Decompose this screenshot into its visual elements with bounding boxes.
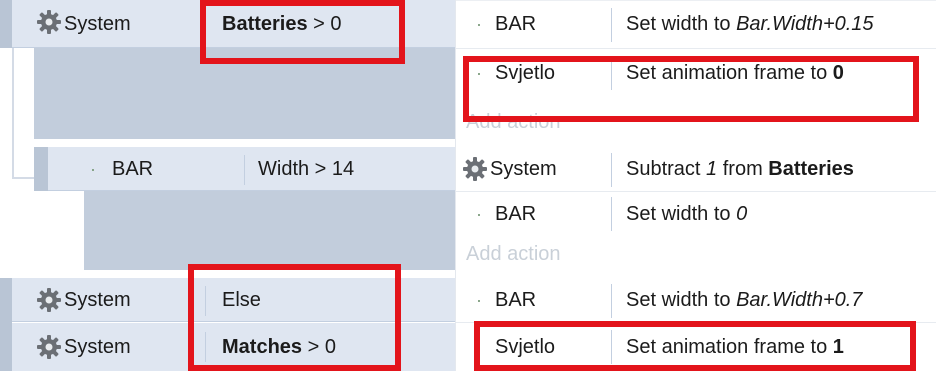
cell-divider bbox=[205, 286, 206, 316]
action-text[interactable]: Set width to 0 bbox=[626, 192, 747, 236]
subevent-gutter bbox=[14, 48, 34, 139]
action-value: 0 bbox=[736, 202, 748, 225]
cell-divider bbox=[611, 330, 612, 364]
action-bullet: · bbox=[476, 62, 482, 83]
cell-divider bbox=[611, 8, 612, 42]
gear-icon bbox=[37, 335, 61, 359]
add-action-link[interactable]: Add action bbox=[466, 104, 561, 140]
action-object: BAR bbox=[495, 202, 537, 225]
condition-object: System bbox=[64, 12, 131, 35]
action-text[interactable]: Set width to Bar.Width+0.7 bbox=[626, 278, 862, 322]
event-margin bbox=[0, 0, 12, 48]
cell-divider bbox=[244, 155, 245, 185]
tree-line bbox=[12, 177, 34, 179]
action-value: Bar.Width+0.7 bbox=[736, 288, 863, 311]
action-object: Svjetlo bbox=[495, 61, 556, 84]
action-prefix: Set animation frame to bbox=[626, 61, 833, 84]
cell-divider bbox=[611, 56, 612, 90]
cell-divider bbox=[205, 10, 206, 40]
event-margin bbox=[0, 278, 12, 371]
condition-object: System bbox=[64, 288, 131, 311]
action-value: 1 bbox=[832, 335, 844, 358]
gear-icon bbox=[37, 10, 61, 34]
action-value: Bar.Width+0.15 bbox=[736, 12, 874, 35]
subevent-area bbox=[84, 191, 455, 270]
variable-name: Batteries bbox=[222, 12, 308, 35]
action-amount: 1 bbox=[706, 157, 718, 180]
action-value: 0 bbox=[832, 61, 844, 84]
gear-icon bbox=[463, 157, 487, 181]
action-prefix: Subtract bbox=[626, 157, 707, 180]
cell-divider bbox=[205, 332, 206, 362]
action-object: BAR bbox=[495, 288, 537, 311]
cell-divider bbox=[611, 153, 612, 187]
comparison: > 0 bbox=[302, 335, 336, 358]
action-bullet: · bbox=[476, 13, 482, 34]
comparison: > 0 bbox=[307, 12, 342, 35]
action-text[interactable]: Set animation frame to 0 bbox=[626, 49, 844, 97]
action-object: Svjetlo bbox=[495, 335, 556, 358]
condition-object: System bbox=[64, 335, 131, 358]
action-object: System bbox=[490, 157, 557, 180]
action-prefix: Set width to bbox=[626, 288, 737, 311]
condition-expression[interactable]: Batteries > 0 bbox=[222, 0, 342, 48]
action-text[interactable]: Subtract 1 from Batteries bbox=[626, 147, 854, 191]
condition-bullet: · bbox=[90, 158, 96, 179]
event-1: System Batteries > 0 · BAR Set width to … bbox=[0, 0, 936, 139]
condition-expression[interactable]: Matches > 0 bbox=[222, 323, 336, 371]
action-bullet: · bbox=[476, 203, 482, 224]
tree-line bbox=[12, 139, 14, 179]
cell-divider bbox=[611, 197, 612, 231]
gear-icon bbox=[37, 288, 61, 312]
event-3: System Else System Matches > 0 · BAR Set… bbox=[0, 278, 936, 371]
event-margin bbox=[34, 147, 48, 191]
action-object: BAR bbox=[495, 12, 537, 35]
subevent-area bbox=[34, 48, 455, 139]
action-text[interactable]: Set animation frame to 1 bbox=[626, 323, 844, 371]
event-2: · BAR Width > 14 System Subtract 1 from … bbox=[0, 139, 936, 270]
action-prefix: Set animation frame to bbox=[626, 335, 833, 358]
cell-divider bbox=[611, 284, 612, 318]
action-bullet: · bbox=[476, 289, 482, 310]
action-variable: Batteries bbox=[768, 157, 854, 180]
row-border bbox=[455, 0, 936, 1]
variable-name: Matches bbox=[222, 335, 303, 358]
action-text[interactable]: Set width to Bar.Width+0.15 bbox=[626, 0, 874, 48]
condition-row[interactable] bbox=[48, 147, 455, 191]
column-divider bbox=[455, 0, 456, 371]
action-prefix: Set width to bbox=[626, 12, 737, 35]
condition-expression[interactable]: Else bbox=[222, 278, 261, 322]
add-action-link[interactable]: Add action bbox=[466, 238, 561, 270]
condition-expression[interactable]: Width > 14 bbox=[258, 147, 354, 191]
action-prefix: Set width to bbox=[626, 202, 737, 225]
action-mid: from bbox=[717, 157, 769, 180]
condition-object: BAR bbox=[112, 157, 154, 180]
